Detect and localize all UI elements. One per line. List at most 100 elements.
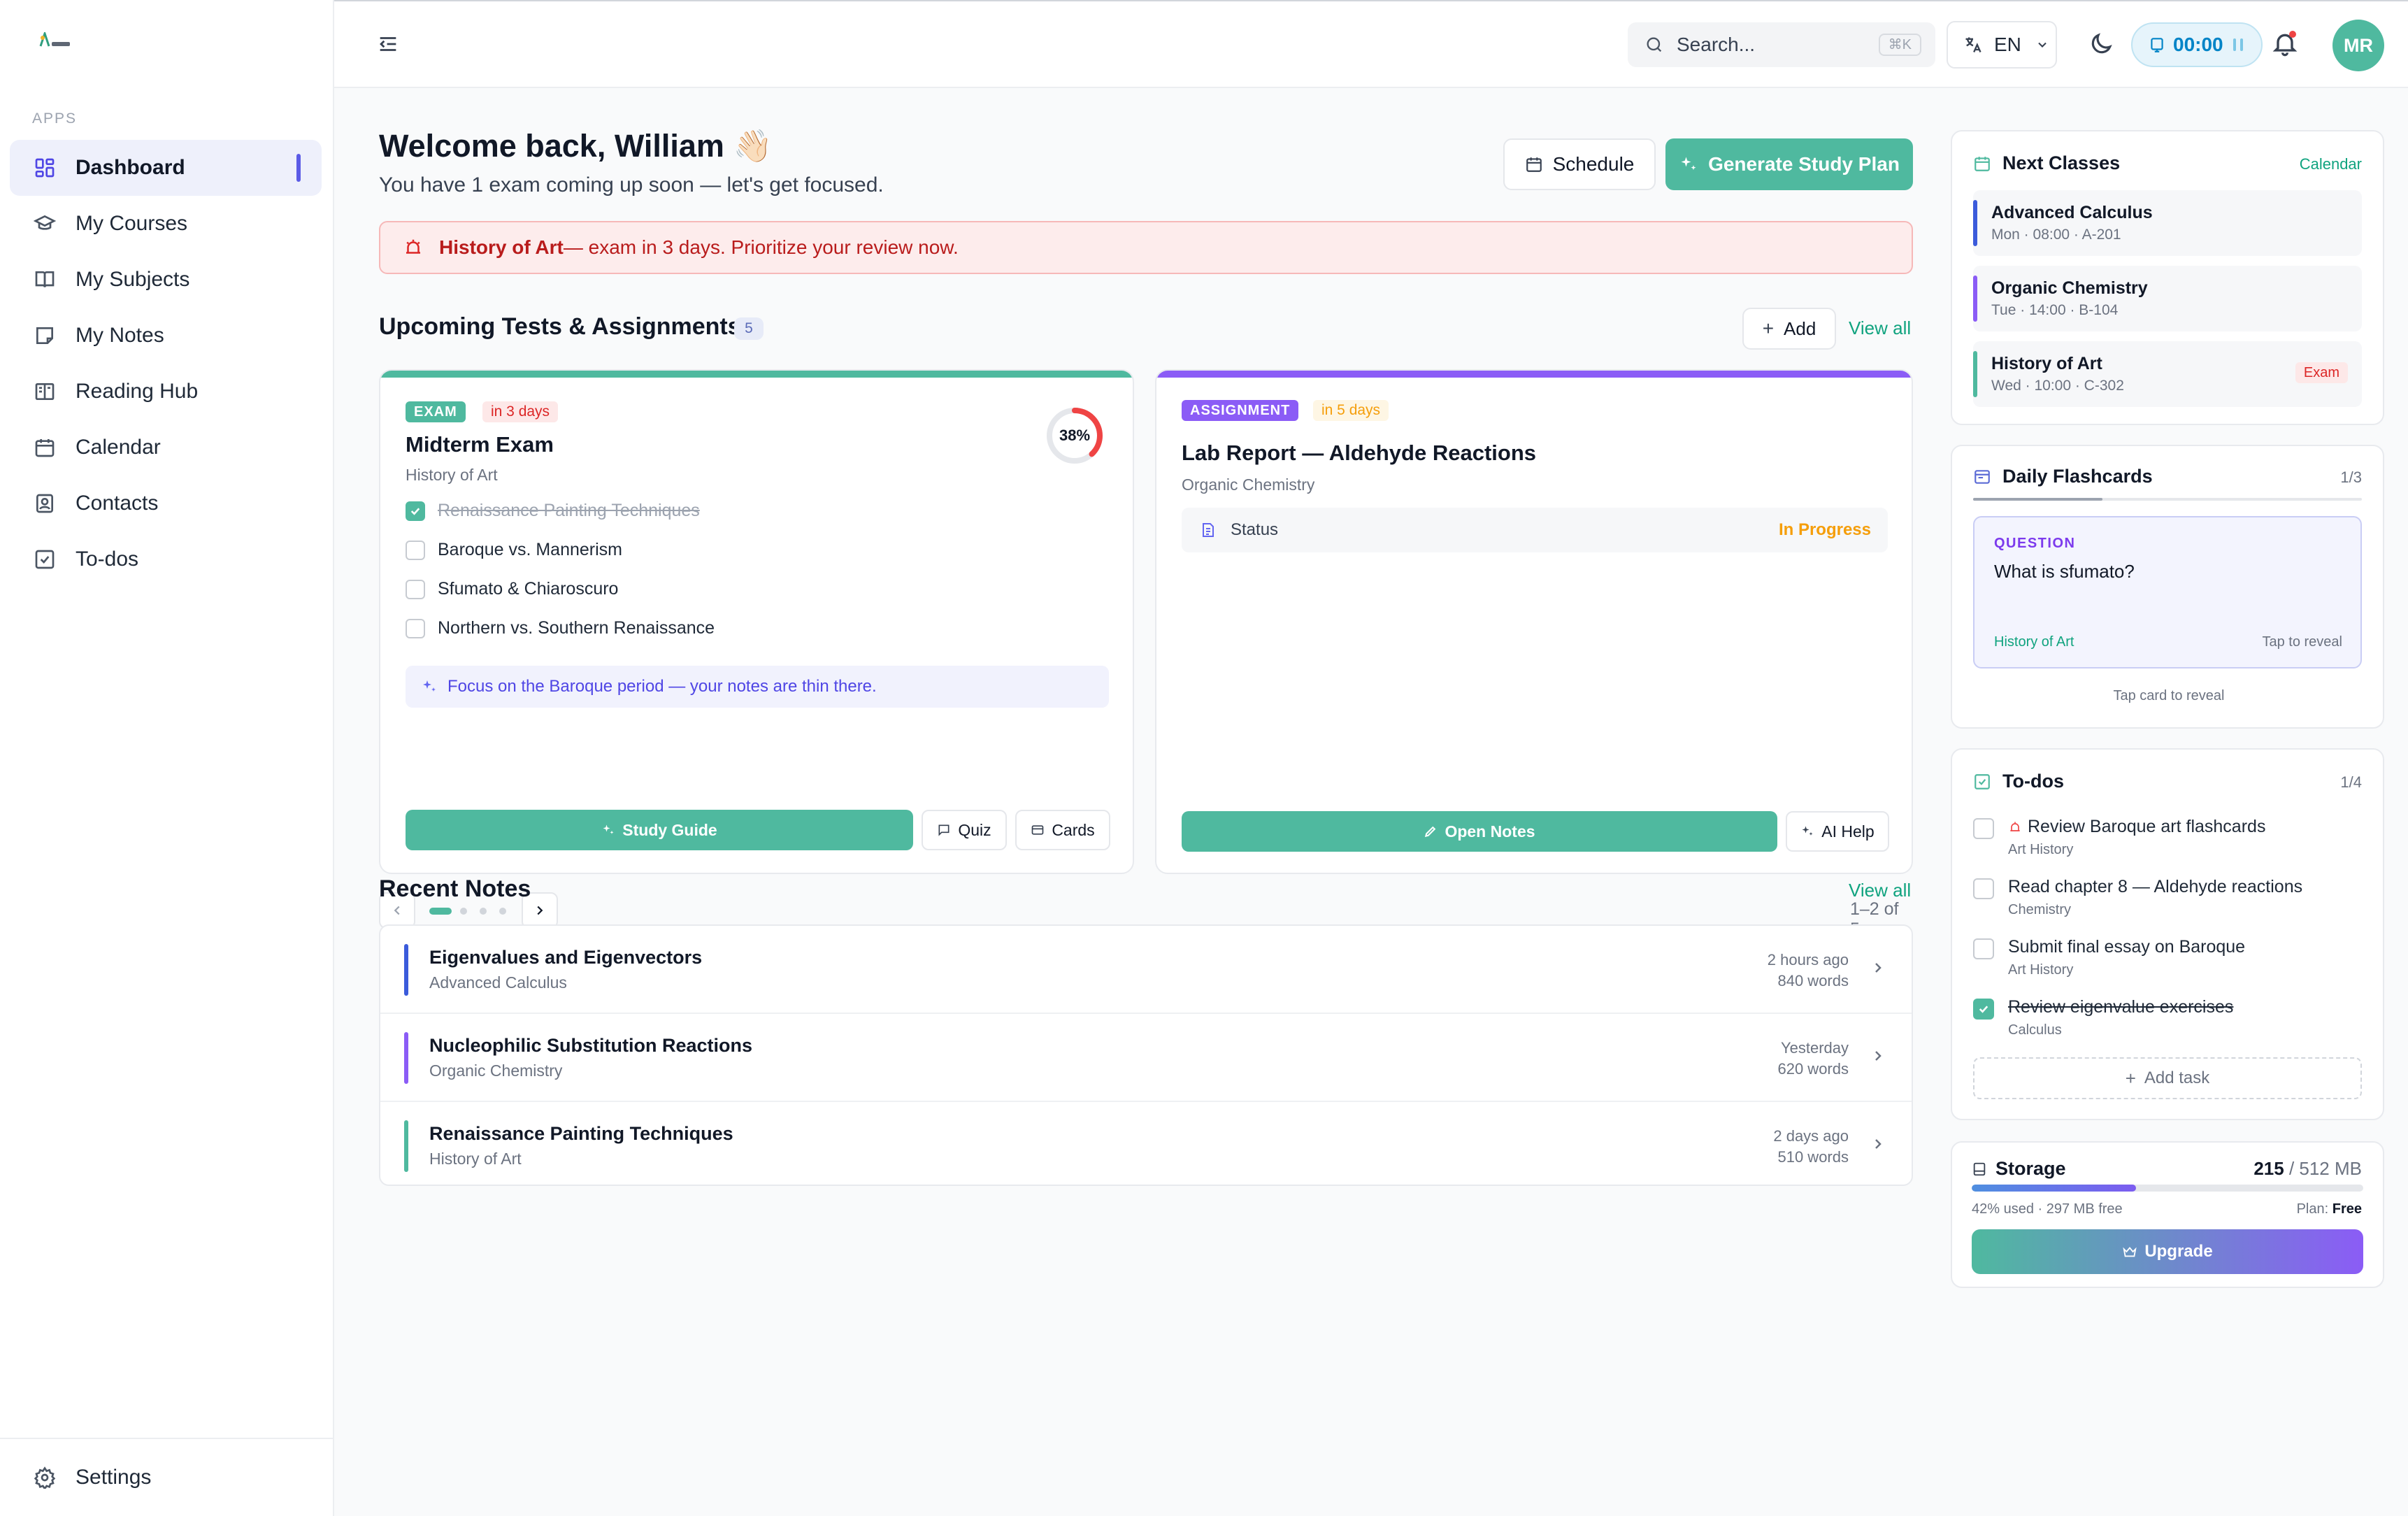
avatar[interactable]: MR — [2332, 20, 2384, 71]
checkbox[interactable] — [1973, 818, 1994, 839]
checkbox[interactable] — [406, 579, 425, 599]
sidebar-item-calendar[interactable]: Calendar — [10, 420, 322, 475]
assignment-tag: ASSIGNMENT — [1182, 400, 1299, 421]
calendar-link[interactable]: Calendar — [2300, 155, 2362, 173]
sidebar-item-label: Reading Hub — [76, 380, 199, 403]
upgrade-button[interactable]: Upgrade — [1972, 1229, 2363, 1274]
checklist-item[interactable]: Renaissance Painting Techniques — [406, 501, 700, 521]
checkbox[interactable] — [1973, 878, 1994, 899]
sidebar-item-reading-hub[interactable]: Reading Hub — [10, 364, 322, 420]
chevron-down-icon — [2035, 38, 2049, 52]
add-item-button[interactable]: + Add — [1742, 308, 1836, 350]
class-color-bar — [1973, 200, 1977, 246]
pause-icon[interactable] — [2233, 38, 2243, 51]
note-title: Eigenvalues and Eigenvectors — [429, 947, 703, 968]
class-color-bar — [1973, 276, 1977, 322]
todo-item[interactable]: Review Baroque art flashcards Art Histor… — [1973, 814, 2362, 870]
moon-icon[interactable] — [2088, 31, 2114, 57]
class-item[interactable]: Organic Chemistry Tue · 14:00 · B-104 — [1973, 266, 2362, 331]
assignment-card[interactable]: ASSIGNMENT in 5 days Lab Report — Aldehy… — [1155, 369, 1913, 874]
todo-item[interactable]: Submit final essay on Baroque Art Histor… — [1973, 934, 2362, 990]
upcoming-view-all-link[interactable]: View all — [1849, 317, 1911, 339]
study-guide-button[interactable]: Study Guide — [406, 810, 913, 850]
storage-used: 215 — [2253, 1158, 2284, 1179]
checkbox-checked[interactable] — [406, 501, 425, 521]
pager-dot[interactable] — [429, 908, 452, 915]
generate-study-plan-button[interactable]: Generate Study Plan — [1665, 138, 1913, 190]
recent-notes-list: Eigenvalues and Eigenvectors Advanced Ca… — [379, 924, 1913, 1186]
notification-dot — [2289, 31, 2296, 38]
alert-message: — exam in 3 days. Prioritize your review… — [563, 236, 959, 258]
exam-card[interactable]: EXAM in 3 days Midterm Exam History of A… — [379, 369, 1134, 874]
ai-help-button[interactable]: AI Help — [1786, 811, 1889, 852]
checkbox[interactable] — [406, 618, 425, 638]
sidebar-item-settings[interactable]: Settings — [0, 1438, 334, 1516]
card-title: Lab Report — Aldehyde Reactions — [1182, 441, 1536, 465]
sidebar-item-dashboard[interactable]: Dashboard — [10, 140, 322, 196]
flashcard[interactable]: QUESTION What is sfumato? History of Art… — [1973, 516, 2362, 668]
todo-item[interactable]: Read chapter 8 — Aldehyde reactions Chem… — [1973, 874, 2362, 930]
generate-label: Generate Study Plan — [1708, 153, 1900, 175]
flashcards-title: Daily Flashcards — [2002, 466, 2153, 487]
checklist-text: Northern vs. Southern Renaissance — [438, 618, 715, 638]
sidebar-item-todos[interactable]: To-dos — [10, 531, 322, 587]
schedule-button[interactable]: Schedule — [1503, 138, 1656, 190]
flashcards-counter: 1/3 — [2340, 469, 2362, 486]
calendar-icon — [1525, 155, 1543, 173]
plan-label: Plan: — [2296, 1201, 2332, 1217]
bell-icon[interactable] — [2271, 29, 2299, 57]
note-time: Yesterday — [1780, 1039, 1849, 1057]
apps-section-label: APPS — [32, 110, 78, 127]
sidebar-item-contacts[interactable]: Contacts — [10, 475, 322, 531]
pager-dot[interactable] — [460, 908, 467, 915]
plan-value: Free — [2332, 1201, 2362, 1217]
class-item[interactable]: History of Art Wed · 10:00 · C-302 Exam — [1973, 341, 2362, 407]
storage-total: / 512 MB — [2284, 1158, 2362, 1179]
pager-dot[interactable] — [480, 908, 487, 915]
open-notes-button[interactable]: Open Notes — [1182, 811, 1777, 852]
storage-plan: Plan: Free — [2297, 1201, 2362, 1217]
recent-notes-view-all-link[interactable]: View all — [1849, 880, 1911, 901]
app-logo[interactable] — [39, 32, 71, 53]
sidebar-item-my-subjects[interactable]: My Subjects — [10, 252, 322, 308]
focus-timer[interactable]: 00:00 — [2131, 22, 2263, 67]
sidebar-item-my-notes[interactable]: My Notes — [10, 308, 322, 364]
pager-dot[interactable] — [499, 908, 506, 915]
sidebar-item-my-courses[interactable]: My Courses — [10, 196, 322, 252]
language-select[interactable]: EN — [1947, 21, 2057, 69]
flashcard-label: QUESTION — [1994, 536, 2076, 551]
cards-button[interactable]: Cards — [1015, 810, 1110, 850]
crown-icon — [2122, 1244, 2137, 1259]
progress-percent: 38% — [1059, 427, 1091, 444]
add-task-button[interactable]: + Add task — [1973, 1057, 2362, 1099]
upcoming-count-badge: 5 — [734, 317, 764, 340]
note-subject: Advanced Calculus — [429, 973, 567, 992]
collapse-sidebar-icon[interactable] — [376, 32, 400, 56]
list-item[interactable]: Eigenvalues and Eigenvectors Advanced Ca… — [380, 926, 1912, 1014]
status-label: Status — [1231, 520, 1279, 539]
checkbox-checked[interactable] — [1973, 999, 1994, 1020]
sidebar-item-label: My Courses — [76, 212, 188, 235]
list-item[interactable]: Nucleophilic Substitution Reactions Orga… — [380, 1014, 1912, 1102]
checkbox[interactable] — [406, 540, 425, 560]
sidebar-item-label: Contacts — [76, 492, 159, 515]
storage-progress-fill — [1972, 1185, 2137, 1192]
book-open-icon — [34, 380, 56, 403]
checkbox[interactable] — [1973, 938, 1994, 959]
class-item[interactable]: Advanced Calculus Mon · 08:00 · A-201 — [1973, 190, 2362, 256]
todo-item[interactable]: Review eigenvalue exercises Calculus — [1973, 994, 2362, 1050]
checklist-item[interactable]: Baroque vs. Mannerism — [406, 540, 622, 560]
storage-card: Storage 215 / 512 MB 42% used · 297 MB f… — [1951, 1141, 2384, 1288]
checklist-item[interactable]: Sfumato & Chiaroscuro — [406, 579, 618, 599]
note-meta: 2 days ago 510 words — [1773, 1126, 1849, 1168]
search-input[interactable]: Search... ⌘K — [1628, 22, 1935, 67]
note-time: 2 hours ago — [1767, 951, 1849, 968]
sidebar-item-label: To-dos — [76, 548, 139, 571]
note-meta: 2 hours ago 840 words — [1768, 950, 1849, 992]
dashboard-icon — [34, 157, 56, 179]
list-item[interactable]: Renaissance Painting Techniques History … — [380, 1102, 1912, 1185]
subject-color-bar — [404, 944, 408, 996]
checklist-item[interactable]: Northern vs. Southern Renaissance — [406, 618, 715, 638]
quiz-button[interactable]: Quiz — [922, 810, 1007, 850]
study-guide-label: Study Guide — [622, 820, 717, 839]
